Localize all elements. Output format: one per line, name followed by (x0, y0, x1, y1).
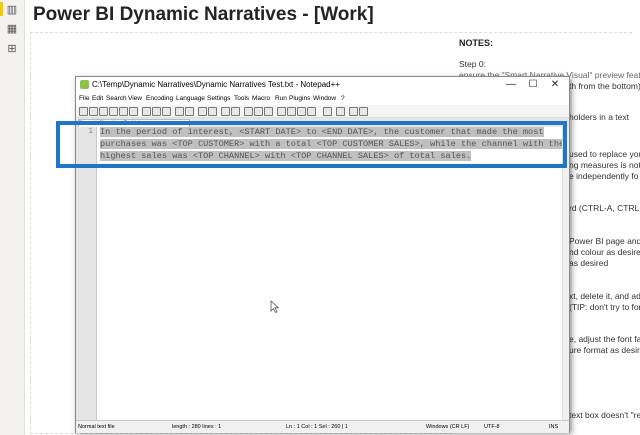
line-number-gutter: 1 (76, 127, 97, 420)
status-bar: Normal text file length : 280 lines : 1 … (76, 420, 569, 433)
menu-plugins[interactable]: Plugins (289, 95, 310, 102)
menu-help[interactable]: ? (341, 95, 345, 102)
status-encoding: UTF-8 (484, 424, 500, 430)
spellcheck-icon[interactable] (323, 107, 332, 116)
indent-guide-icon[interactable] (264, 107, 273, 116)
note-line: xt, delete it, and add (569, 291, 640, 301)
note-line: e independently fo (569, 171, 639, 181)
macro-save-icon[interactable] (307, 107, 316, 116)
active-view-indicator (0, 2, 3, 16)
status-length: length : 280 lines : 1 (172, 424, 222, 430)
note-line: Power BI page and (569, 236, 640, 246)
show-all-chars-icon[interactable] (254, 107, 263, 116)
print-icon[interactable] (129, 107, 138, 116)
menu-edit[interactable]: Edit (92, 95, 103, 102)
left-nav-rail: ▥ ▦ ⊞ (0, 0, 25, 435)
open-file-icon[interactable] (89, 107, 98, 116)
undo-icon[interactable] (175, 107, 184, 116)
menu-file[interactable]: File (79, 95, 89, 102)
macro-play-icon[interactable] (297, 107, 306, 116)
note-line: ng measures is not as (569, 160, 640, 170)
maximize-button[interactable]: ☐ (522, 78, 544, 92)
status-mode: INS (549, 424, 559, 430)
menu-settings[interactable]: Settings (207, 95, 231, 102)
mouse-pointer-icon (270, 300, 280, 314)
status-eol: Windows (CR LF) (426, 424, 470, 430)
highlight-box (56, 121, 567, 168)
status-position: Ln : 1 Col : 1 Sel : 260 | 1 (286, 424, 348, 430)
note-line: (TIP: don't try to for (569, 302, 640, 312)
note-line: holders in a text (569, 112, 630, 122)
close-button[interactable]: ✕ (544, 78, 566, 92)
macro-stop-icon[interactable] (287, 107, 296, 116)
note-line: text box doesn't "re (569, 410, 640, 420)
minimize-button[interactable]: — (500, 78, 522, 92)
redo-icon[interactable] (185, 107, 194, 116)
macro-record-icon[interactable] (277, 107, 286, 116)
function-list-icon[interactable] (336, 107, 345, 116)
report-icon[interactable]: ▥ (5, 4, 19, 16)
wrap-icon[interactable] (244, 107, 253, 116)
menu-search[interactable]: Search (106, 95, 127, 102)
menu-run[interactable]: Run (275, 95, 287, 102)
note-line: ure format as desired (569, 345, 640, 355)
print-now-icon[interactable] (349, 107, 358, 116)
window-title: C:\Temp\Dynamic Narratives\Dynamic Narra… (92, 80, 340, 89)
menu-view[interactable]: View (128, 95, 142, 102)
close-file-icon[interactable] (119, 107, 128, 116)
menu-bar: File Edit Search View Encoding Language … (76, 93, 569, 105)
menu-tools[interactable]: Tools (234, 95, 249, 102)
replace-icon[interactable] (208, 107, 217, 116)
notepad-app-icon (80, 80, 89, 89)
note-line: used to replace your (569, 149, 640, 159)
page-title: Power BI Dynamic Narratives - [Work] (33, 4, 374, 25)
cut-icon[interactable] (142, 107, 151, 116)
notes-heading: NOTES: (459, 38, 494, 48)
new-file-icon[interactable] (79, 107, 88, 116)
paste-icon[interactable] (162, 107, 171, 116)
menu-language[interactable]: Language (176, 95, 205, 102)
menu-window[interactable]: Window (313, 95, 336, 102)
status-file-type: Normal text file (78, 424, 115, 430)
window-titlebar[interactable]: C:\Temp\Dynamic Narratives\Dynamic Narra… (76, 77, 569, 93)
note-line: as desired (569, 258, 609, 268)
text-editor[interactable]: 1 In the period of interest, <START DATE… (76, 127, 565, 420)
model-icon[interactable]: ⊞ (5, 43, 19, 55)
note-line: rd (CTRL-A, CTRL-C) (569, 203, 640, 213)
monitor-icon[interactable] (359, 107, 368, 116)
toolbar (76, 105, 569, 118)
note-line: nd colour as desired (569, 247, 640, 257)
data-icon[interactable]: ▦ (5, 23, 19, 35)
vertical-scrollbar[interactable] (562, 127, 569, 420)
note-line: e, adjust the font fa (569, 334, 640, 344)
menu-macro[interactable]: Macro (252, 95, 270, 102)
save-all-icon[interactable] (109, 107, 118, 116)
note-line: th from the bottom) (569, 81, 640, 91)
zoom-in-icon[interactable] (221, 107, 230, 116)
save-icon[interactable] (99, 107, 108, 116)
zoom-out-icon[interactable] (231, 107, 240, 116)
notes-step: Step 0: (459, 59, 486, 69)
copy-icon[interactable] (152, 107, 161, 116)
find-icon[interactable] (198, 107, 207, 116)
menu-encoding[interactable]: Encoding (146, 95, 173, 102)
